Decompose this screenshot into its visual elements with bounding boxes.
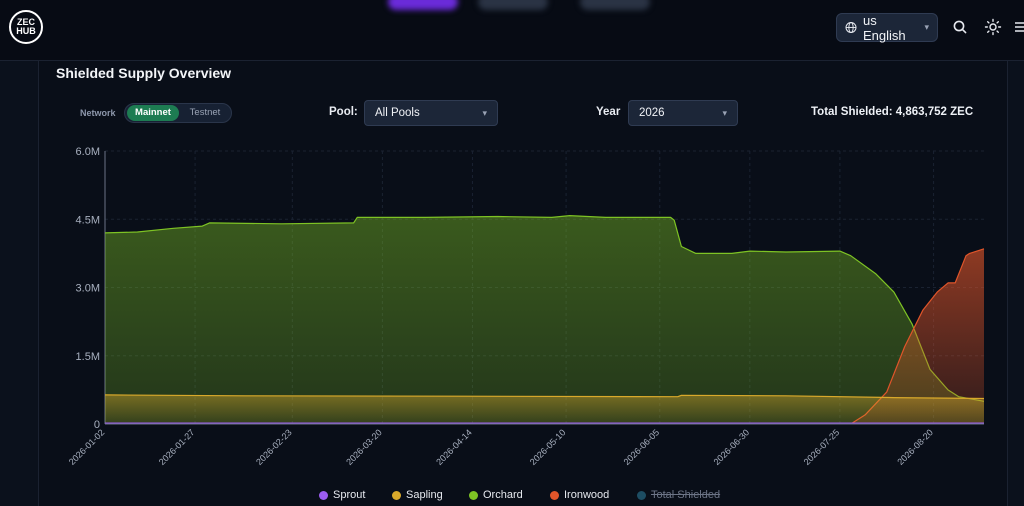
legend-label: Orchard (483, 489, 523, 501)
legend-item-sapling[interactable]: Sapling (392, 489, 443, 501)
x-tick-label: 2026-03-20 (344, 427, 384, 467)
x-tick-label: 2026-04-14 (434, 427, 474, 467)
x-tick-label: 2026-06-05 (622, 427, 662, 467)
x-tick-label: 2026-01-27 (157, 427, 197, 467)
y-tick-label: 6.0M (76, 146, 100, 158)
x-tick-label: 2026-06-30 (712, 427, 752, 467)
legend-label: Sapling (406, 489, 443, 501)
area-orchard (105, 215, 984, 424)
legend-label: Sprout (333, 489, 366, 501)
legend-item-orchard[interactable]: Orchard (469, 489, 523, 501)
legend-item-ironwood[interactable]: Ironwood (550, 489, 609, 501)
area-sapling (105, 394, 984, 424)
y-tick-label: 3.0M (76, 283, 100, 295)
legend-item-total-shielded[interactable]: Total Shielded (637, 489, 720, 501)
legend-swatch-sapling (392, 490, 401, 500)
shielded-supply-chart: 01.5M3.0M4.5M6.0M2026-01-02 2026-01-27 202… (67, 146, 985, 467)
x-tick-label: 2026-01-02 (67, 427, 107, 467)
y-tick-label: 4.5M (76, 214, 100, 226)
chart-legend: Sprout Sapling Orchard Ironwood Total Sh… (0, 489, 1024, 505)
legend-swatch-sprout (319, 490, 328, 500)
x-tick-label: 2026-05-10 (528, 427, 568, 467)
y-tick-label: 1.5M (76, 351, 100, 363)
legend-swatch-total (637, 490, 646, 500)
legend-label: Ironwood (564, 489, 610, 501)
legend-label: Total Shielded (651, 489, 721, 501)
legend-swatch-orchard (469, 490, 478, 500)
x-tick-label: 2026-08-20 (895, 427, 935, 467)
x-tick-label: 2026-07-25 (802, 427, 842, 467)
x-tick-label: 2026-02-23 (254, 427, 294, 467)
legend-item-sprout[interactable]: Sprout (319, 489, 365, 501)
legend-swatch-ironwood (550, 490, 559, 500)
